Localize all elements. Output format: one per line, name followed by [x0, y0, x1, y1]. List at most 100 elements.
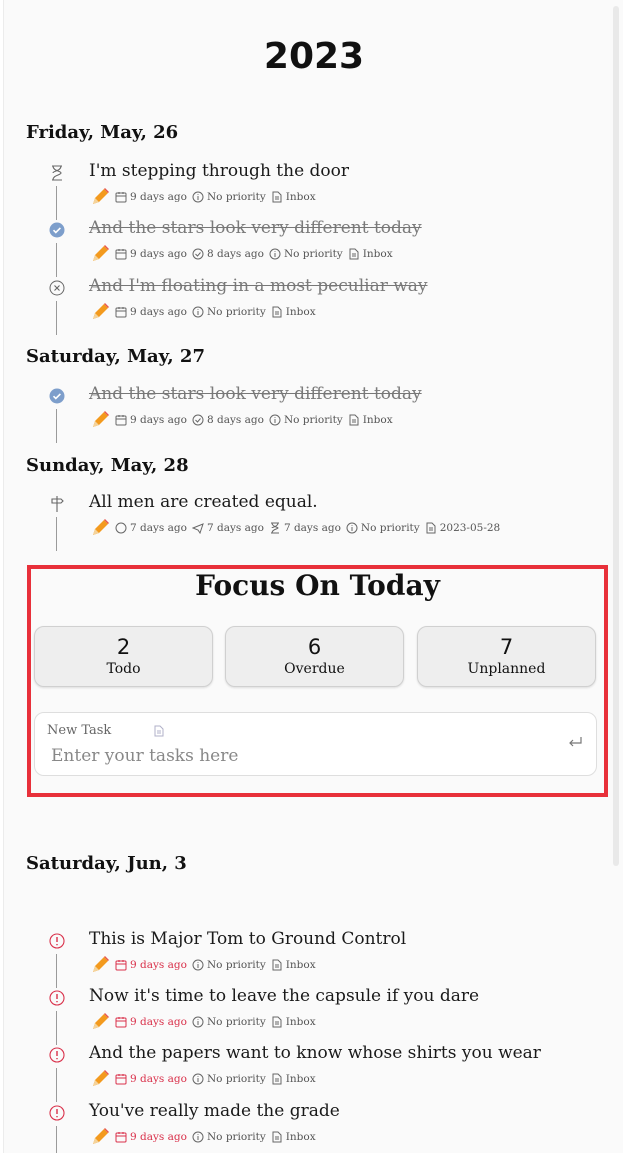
enter-icon[interactable] — [566, 735, 584, 751]
task-meta: 9 days ago No priority Inbox — [90, 1070, 316, 1088]
due-date: 9 days ago — [130, 191, 187, 203]
alert-circle-icon[interactable] — [48, 932, 66, 950]
day-heading: Saturday, Jun, 3 — [26, 853, 187, 874]
project: Inbox — [285, 1073, 316, 1085]
task-meta: 9 days ago 8 days ago No priority Inbox — [90, 245, 393, 263]
overdue-stat-button[interactable]: 6 Overdue — [225, 626, 404, 687]
task-title[interactable]: All men are created equal. — [89, 492, 318, 512]
circle-icon — [115, 522, 127, 534]
cancel-circle-icon[interactable] — [48, 279, 66, 297]
pencil-icon[interactable] — [90, 187, 110, 207]
signpost-icon[interactable] — [48, 495, 66, 513]
calendar-icon — [115, 1132, 127, 1143]
new-task-input[interactable] — [51, 744, 551, 768]
alert-circle-icon[interactable] — [48, 989, 66, 1007]
document-icon[interactable] — [153, 725, 165, 737]
due-date: 9 days ago — [130, 959, 187, 971]
pencil-icon[interactable] — [90, 244, 110, 264]
timeline-connector — [56, 1126, 57, 1153]
task-title[interactable]: And the papers want to know whose shirts… — [89, 1043, 541, 1063]
due-date: 9 days ago — [130, 414, 187, 426]
timeline-connector — [56, 186, 57, 220]
task-meta: 7 days ago 7 days ago 7 days ago No prio… — [90, 519, 500, 537]
check-circle-icon[interactable] — [48, 387, 66, 405]
document-icon — [349, 414, 359, 426]
timeline-connector — [56, 1068, 57, 1102]
pencil-icon[interactable] — [90, 955, 110, 975]
task-title[interactable]: I'm stepping through the door — [89, 161, 349, 181]
stat-count: 6 — [307, 635, 322, 659]
timeline-connector — [56, 301, 57, 335]
info-icon — [192, 306, 204, 318]
priority: No priority — [360, 522, 420, 534]
task-item[interactable]: And the stars look very different today … — [4, 384, 624, 443]
task-title[interactable]: And the stars look very different today — [89, 384, 422, 404]
pencil-icon[interactable] — [90, 410, 110, 430]
stat-label: Overdue — [284, 661, 345, 677]
info-icon — [346, 522, 358, 534]
project: Inbox — [285, 959, 316, 971]
priority: No priority — [206, 959, 266, 971]
task-item[interactable]: Now it's time to leave the capsule if yo… — [4, 986, 624, 1045]
task-title[interactable]: This is Major Tom to Ground Control — [89, 929, 406, 949]
project: Inbox — [362, 248, 393, 260]
pencil-icon[interactable] — [90, 1127, 110, 1147]
scheduled-date: 7 days ago — [283, 522, 341, 534]
alert-circle-icon[interactable] — [48, 1046, 66, 1064]
project: Inbox — [285, 191, 316, 203]
new-task-field[interactable]: New Task — [34, 712, 597, 776]
calendar-icon — [115, 249, 127, 260]
due-date: 9 days ago — [130, 1016, 187, 1028]
calendar-icon — [115, 1074, 127, 1085]
stat-count: 7 — [499, 635, 514, 659]
task-meta: 9 days ago 8 days ago No priority Inbox — [90, 411, 393, 429]
task-meta: 9 days ago No priority Inbox — [90, 1013, 316, 1031]
task-item[interactable]: And the stars look very different today … — [4, 218, 624, 277]
stat-label: Unplanned — [467, 661, 546, 677]
priority: No priority — [206, 1131, 266, 1143]
airplane-icon — [191, 523, 204, 534]
task-item[interactable]: And I'm floating in a most peculiar way … — [4, 276, 624, 335]
stat-count: 2 — [116, 635, 131, 659]
document-icon — [272, 1131, 282, 1143]
alert-circle-icon[interactable] — [48, 1104, 66, 1122]
day-heading: Friday, May, 26 — [26, 122, 179, 143]
priority: No priority — [206, 191, 266, 203]
project: Inbox — [285, 306, 316, 318]
task-title[interactable]: You've really made the grade — [89, 1101, 340, 1121]
pencil-icon[interactable] — [90, 1012, 110, 1032]
task-item[interactable]: All men are created equal. 7 days ago 7 … — [4, 492, 624, 551]
todo-stat-button[interactable]: 2 Todo — [34, 626, 213, 687]
pencil-icon[interactable] — [90, 1069, 110, 1089]
task-title[interactable]: Now it's time to leave the capsule if yo… — [89, 986, 479, 1006]
priority: No priority — [206, 306, 266, 318]
hourglass-icon — [270, 522, 279, 534]
check-circle-icon[interactable] — [48, 221, 66, 239]
completed-date: 8 days ago — [206, 414, 264, 426]
timeline-connector — [56, 409, 57, 443]
pencil-icon[interactable] — [90, 518, 110, 538]
info-icon — [192, 191, 204, 203]
info-icon — [269, 248, 281, 260]
priority: No priority — [283, 414, 343, 426]
document-icon — [272, 959, 282, 971]
timeline-connector — [56, 954, 57, 988]
unplanned-stat-button[interactable]: 7 Unplanned — [417, 626, 596, 687]
stat-label: Todo — [106, 661, 141, 677]
task-item[interactable]: And the papers want to know whose shirts… — [4, 1043, 624, 1102]
calendar-icon — [115, 192, 127, 203]
project: Inbox — [285, 1131, 316, 1143]
task-item[interactable]: This is Major Tom to Ground Control 9 da… — [4, 929, 624, 988]
task-item[interactable]: I'm stepping through the door 9 days ago… — [4, 161, 624, 220]
pencil-icon[interactable] — [90, 302, 110, 322]
hourglass-icon[interactable] — [48, 164, 66, 182]
task-title[interactable]: And the stars look very different today — [89, 218, 422, 238]
task-item[interactable]: You've really made the grade 9 days ago … — [4, 1101, 624, 1153]
day-heading: Sunday, May, 28 — [26, 455, 189, 476]
focus-title: Focus On Today — [195, 569, 440, 602]
document-icon — [272, 191, 282, 203]
timeline-connector — [56, 517, 57, 551]
task-title[interactable]: And I'm floating in a most peculiar way — [89, 276, 428, 296]
task-meta: 9 days ago No priority Inbox — [90, 1128, 316, 1146]
day-heading: Saturday, May, 27 — [26, 346, 205, 367]
